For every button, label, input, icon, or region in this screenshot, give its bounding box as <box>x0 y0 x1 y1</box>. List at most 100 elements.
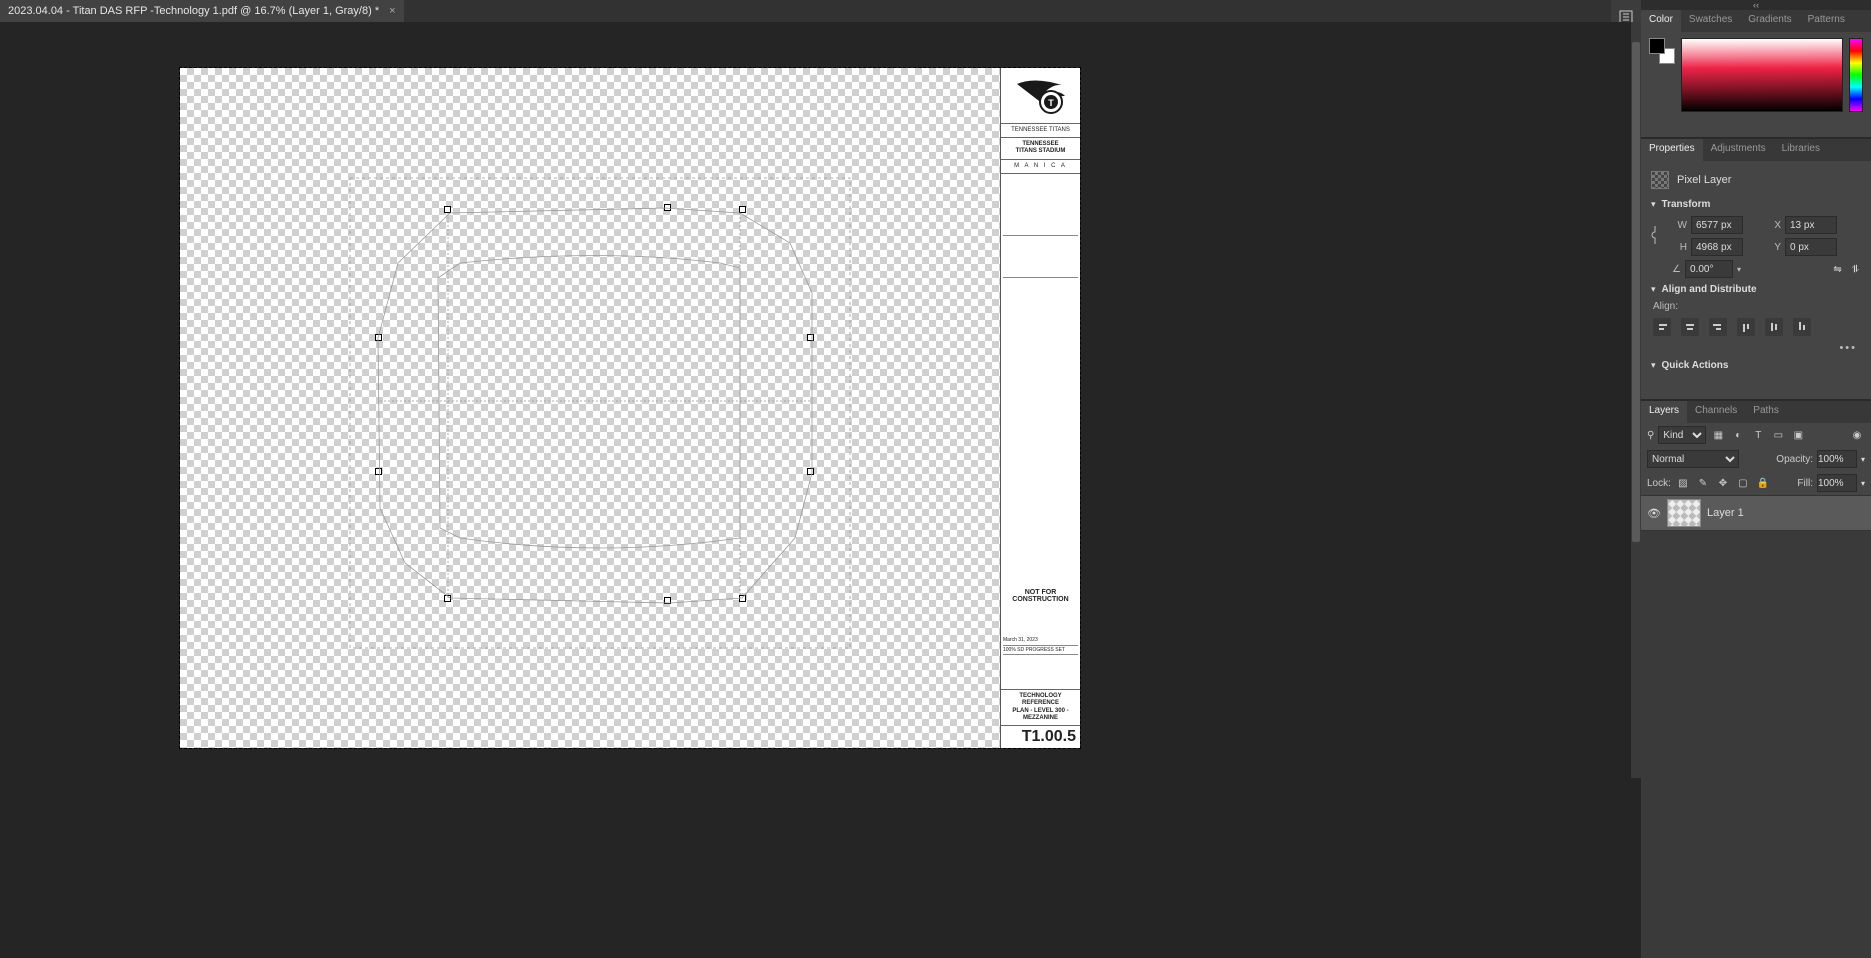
artboard[interactable]: T TENNESSEE TITANS TENNESSEE TITANS STAD… <box>180 68 1080 748</box>
tab-adjustments[interactable]: Adjustments <box>1703 139 1774 161</box>
selection-handle[interactable] <box>664 204 671 211</box>
properties-panel-tabs: Properties Adjustments Libraries <box>1641 139 1871 161</box>
h-label: H <box>1675 242 1687 253</box>
quick-actions-header[interactable]: ▾ Quick Actions <box>1641 356 1871 375</box>
fg-bg-swatches[interactable] <box>1649 38 1675 64</box>
align-more-button[interactable]: ••• <box>1641 340 1871 356</box>
layer-thumbnail[interactable] <box>1667 499 1701 527</box>
filter-shape-icon[interactable]: ▭ <box>1770 427 1786 443</box>
layers-panel: ⚲ Kind ▦ ◐ T ▭ ▣ ◉ Normal Opacity: ▾ Loc… <box>1641 423 1871 958</box>
collapse-dock-button[interactable]: ‹‹ <box>1641 0 1871 10</box>
lock-all-icon[interactable]: 🔒 <box>1755 475 1771 491</box>
selection-handle[interactable] <box>739 595 746 602</box>
tab-gradients[interactable]: Gradients <box>1740 10 1799 32</box>
chevron-down-icon: ▾ <box>1651 199 1656 210</box>
width-input[interactable] <box>1691 216 1743 234</box>
color-spectrum[interactable] <box>1681 38 1843 112</box>
align-left-button[interactable] <box>1653 318 1671 336</box>
angle-input[interactable] <box>1685 260 1733 278</box>
tab-paths[interactable]: Paths <box>1745 401 1787 423</box>
align-right-button[interactable] <box>1709 318 1727 336</box>
tab-layers[interactable]: Layers <box>1641 401 1687 423</box>
angle-icon: ∠ <box>1669 264 1681 275</box>
x-label: X <box>1769 220 1781 231</box>
angle-dropdown-icon[interactable]: ▾ <box>1737 265 1741 274</box>
layer-name[interactable]: Layer 1 <box>1707 507 1744 519</box>
lock-artboard-icon[interactable]: ▢ <box>1735 475 1751 491</box>
tab-channels[interactable]: Channels <box>1687 401 1745 423</box>
chevron-down-icon: ▾ <box>1651 284 1656 295</box>
team-logo: T <box>1001 68 1080 124</box>
selection-handle[interactable] <box>444 206 451 213</box>
y-label: Y <box>1769 242 1781 253</box>
tab-patterns[interactable]: Patterns <box>1800 10 1853 32</box>
tab-swatches[interactable]: Swatches <box>1681 10 1740 32</box>
svg-text:T: T <box>1048 98 1054 108</box>
align-bottom-button[interactable] <box>1793 318 1811 336</box>
fill-label: Fill: <box>1797 478 1813 489</box>
tb-notes: NOT FOR CONSTRUCTION March 31, 2023 100%… <box>1001 174 1080 691</box>
layer-kind-label: Pixel Layer <box>1677 174 1731 186</box>
filter-type-icon[interactable]: T <box>1750 427 1766 443</box>
align-section-header[interactable]: ▾ Align and Distribute <box>1641 280 1871 299</box>
lock-position-icon[interactable]: ✥ <box>1715 475 1731 491</box>
canvas-workspace: T TENNESSEE TITANS TENNESSEE TITANS STAD… <box>0 22 1641 958</box>
fill-dropdown-icon[interactable]: ▾ <box>1861 479 1865 488</box>
w-label: W <box>1675 220 1687 231</box>
lock-row: Lock: ▨ ✎ ✥ ▢ 🔒 Fill: ▾ <box>1641 471 1871 495</box>
layer-row[interactable]: 👁 Layer 1 <box>1641 495 1871 531</box>
selection-handle[interactable] <box>664 597 671 604</box>
layer-filter-select[interactable]: Kind <box>1658 426 1706 444</box>
fill-input[interactable] <box>1817 474 1857 492</box>
canvas-vertical-scrollbar[interactable] <box>1631 22 1641 778</box>
blend-mode-select[interactable]: Normal <box>1647 450 1739 468</box>
selection-handle[interactable] <box>807 334 814 341</box>
selection-handle[interactable] <box>375 468 382 475</box>
selection-handle[interactable] <box>807 468 814 475</box>
align-label: Align: <box>1653 301 1678 312</box>
opacity-label: Opacity: <box>1776 454 1813 465</box>
layers-panel-tabs: Layers Channels Paths <box>1641 401 1871 423</box>
filter-toggle-icon[interactable]: ◉ <box>1849 427 1865 443</box>
selection-handle[interactable] <box>444 595 451 602</box>
close-tab-icon[interactable]: × <box>389 5 395 17</box>
right-panel-dock: ‹‹ Color Swatches Gradients Patterns Pro… <box>1641 0 1871 958</box>
lock-label: Lock: <box>1647 478 1671 489</box>
layer-type-row: Pixel Layer <box>1641 165 1871 195</box>
align-vcenter-button[interactable] <box>1765 318 1783 336</box>
y-input[interactable] <box>1785 238 1837 256</box>
height-input[interactable] <box>1691 238 1743 256</box>
filter-pixel-icon[interactable]: ▦ <box>1710 427 1726 443</box>
transform-section-header[interactable]: ▾ Transform <box>1641 195 1871 214</box>
align-top-button[interactable] <box>1737 318 1755 336</box>
tb-progress: 100% SD PROGRESS SET <box>1003 645 1078 655</box>
tb-project: TENNESSEE TITANS STADIUM <box>1001 138 1080 159</box>
opacity-dropdown-icon[interactable]: ▾ <box>1861 455 1865 464</box>
scrollbar-thumb[interactable] <box>1632 42 1640 542</box>
lock-transparency-icon[interactable]: ▨ <box>1675 475 1691 491</box>
selection-handle[interactable] <box>739 206 746 213</box>
filter-smart-icon[interactable]: ▣ <box>1790 427 1806 443</box>
tab-color[interactable]: Color <box>1641 10 1681 32</box>
foreground-color-swatch[interactable] <box>1649 38 1665 54</box>
visibility-icon[interactable]: 👁 <box>1647 507 1661 520</box>
tb-sheet-number: T1.00.5 <box>1001 726 1080 748</box>
tb-org: TENNESSEE TITANS <box>1001 124 1080 138</box>
align-hcenter-button[interactable] <box>1681 318 1699 336</box>
tab-properties[interactable]: Properties <box>1641 139 1703 161</box>
x-input[interactable] <box>1785 216 1837 234</box>
lock-pixels-icon[interactable]: ✎ <box>1695 475 1711 491</box>
selection-handle[interactable] <box>375 334 382 341</box>
flip-horizontal-icon[interactable]: ⇋ <box>1833 264 1841 275</box>
flip-vertical-icon[interactable]: ⥮ <box>1852 264 1859 275</box>
tab-libraries[interactable]: Libraries <box>1774 139 1828 161</box>
document-tab-bar: 2023.04.04 - Titan DAS RFP -Technology 1… <box>0 0 1871 22</box>
filter-adjust-icon[interactable]: ◐ <box>1730 427 1746 443</box>
link-wh-icon[interactable] <box>1647 220 1663 252</box>
opacity-input[interactable] <box>1817 450 1857 468</box>
layer-kind-icon <box>1651 171 1669 189</box>
hue-slider[interactable] <box>1849 38 1863 112</box>
canvas-stage[interactable]: T TENNESSEE TITANS TENNESSEE TITANS STAD… <box>0 22 1631 778</box>
document-tab[interactable]: 2023.04.04 - Titan DAS RFP -Technology 1… <box>0 0 404 22</box>
search-icon[interactable]: ⚲ <box>1647 430 1654 441</box>
